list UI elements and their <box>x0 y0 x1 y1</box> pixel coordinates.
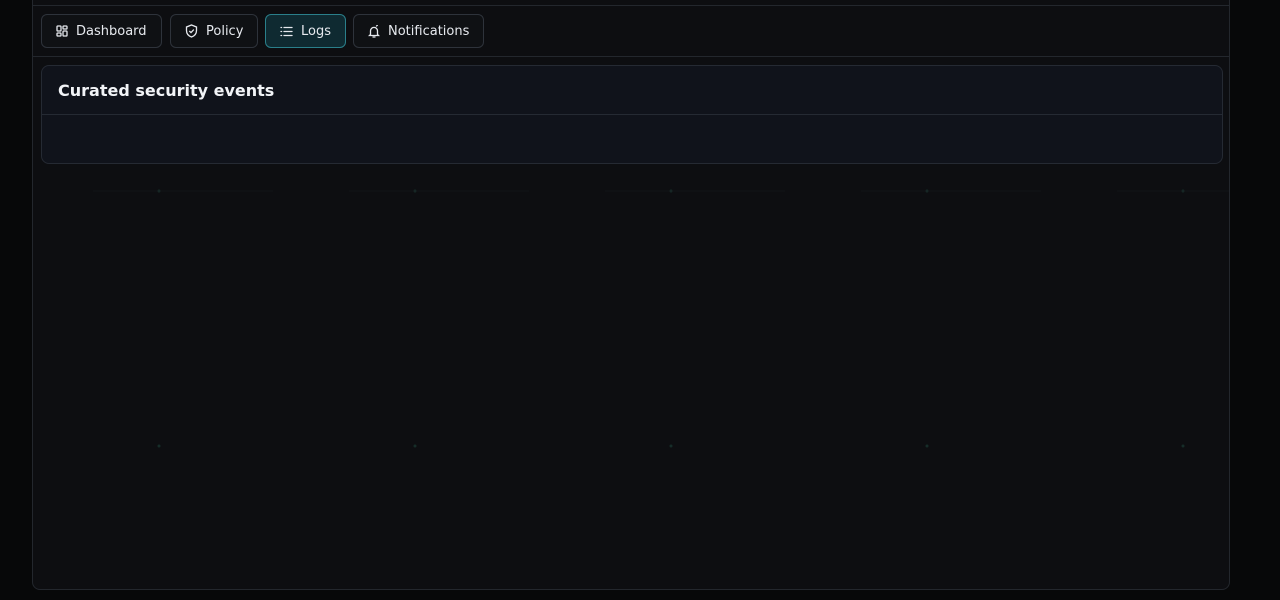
app-frame: Dashboard Policy Logs Notifications Cura… <box>32 0 1230 590</box>
tab-bar: Dashboard Policy Logs Notifications <box>33 6 1229 57</box>
events-panel: Curated security events <box>41 65 1223 164</box>
tab-policy[interactable]: Policy <box>170 14 258 48</box>
tab-label: Logs <box>301 23 331 39</box>
bell-icon <box>368 24 380 38</box>
shield-icon <box>185 24 198 38</box>
list-icon <box>280 26 293 37</box>
dashboard-icon <box>56 25 68 37</box>
tab-logs[interactable]: Logs <box>265 14 346 48</box>
panel-title: Curated security events <box>58 80 275 100</box>
tab-label: Notifications <box>388 23 470 39</box>
panel-header: Curated security events <box>42 66 1222 115</box>
tab-label: Policy <box>206 23 244 39</box>
tab-notifications[interactable]: Notifications <box>353 14 484 48</box>
tab-label: Dashboard <box>76 23 147 39</box>
background-pattern <box>93 189 1229 448</box>
tab-dashboard[interactable]: Dashboard <box>41 14 162 48</box>
